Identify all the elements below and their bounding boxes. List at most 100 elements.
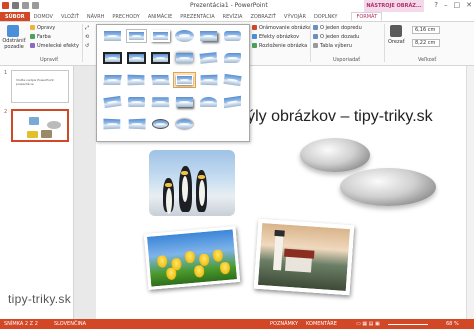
close-button[interactable]: ✕	[466, 1, 472, 9]
style-thumbnail[interactable]	[150, 73, 171, 87]
style-thumbnail[interactable]	[102, 117, 123, 131]
change-picture-icon[interactable]: ⟲	[85, 34, 89, 41]
slide-thumbnail-1[interactable]: Vložte nadpis PowerPoint prezentácie	[11, 70, 69, 103]
style-thumbnail[interactable]	[102, 51, 123, 65]
style-thumbnail[interactable]	[150, 117, 171, 131]
tulip-flower	[184, 250, 196, 264]
style-thumbnail[interactable]	[150, 29, 171, 43]
style-thumbnail[interactable]	[222, 73, 243, 87]
lighthouse-image[interactable]	[253, 218, 355, 296]
tab-developer[interactable]: VÝVOJÁR	[280, 12, 310, 21]
selection-pane-label: Tabla výberu	[320, 43, 352, 49]
tab-view[interactable]: ZOBRAZIŤ	[246, 12, 279, 21]
penguins-image[interactable]	[149, 150, 235, 216]
picture-effects-label: Efekty obrázkov	[259, 34, 300, 40]
tab-animations[interactable]: ANIMÁCIE	[144, 12, 176, 21]
tab-addins[interactable]: DOPLNKY	[310, 12, 341, 21]
redo-icon[interactable]	[32, 2, 39, 9]
style-thumbnail-selected[interactable]	[173, 72, 196, 88]
notes-button[interactable]: POZNÁMKY	[270, 319, 298, 329]
style-thumbnail[interactable]	[102, 29, 123, 43]
style-thumbnail[interactable]	[102, 73, 123, 87]
style-thumbnail[interactable]	[198, 73, 219, 87]
remove-background-icon	[7, 25, 19, 37]
help-button[interactable]: ?	[434, 1, 438, 9]
lighthouse-lamp	[274, 229, 285, 237]
tab-format[interactable]: FORMÁT	[351, 12, 383, 21]
style-thumbnail[interactable]	[174, 117, 195, 131]
view-buttons[interactable]: ▭ ▦ ▤ ▣	[356, 319, 380, 329]
style-thumbnail[interactable]	[150, 95, 171, 109]
zoom-slider[interactable]	[388, 324, 428, 325]
vertical-scrollbar[interactable]	[466, 66, 474, 319]
comments-button[interactable]: KOMENTÁRE	[306, 319, 337, 329]
style-thumbnail[interactable]	[126, 29, 147, 43]
style-thumbnail[interactable]	[198, 51, 219, 65]
bring-forward-button[interactable]: O jeden dopredu	[313, 25, 362, 32]
stones-image-lower[interactable]	[340, 168, 436, 206]
style-thumbnail[interactable]	[198, 29, 219, 43]
penguin-neck	[181, 171, 188, 175]
reset-picture-icon[interactable]: ↺	[85, 43, 89, 50]
style-thumbnail[interactable]	[126, 117, 147, 131]
style-thumbnail[interactable]	[222, 51, 243, 65]
send-backward-button[interactable]: O jeden dozadu	[313, 34, 359, 41]
thumbnail-lighthouse-image	[41, 130, 52, 138]
tab-review[interactable]: REVÍZIA	[219, 12, 247, 21]
style-thumbnail[interactable]	[174, 95, 195, 109]
slide-thumbnail-text: Vložte nadpis PowerPoint prezentácie	[16, 78, 54, 86]
style-thumbnail[interactable]	[198, 95, 219, 109]
penguin-belly	[166, 188, 172, 214]
selection-pane-button[interactable]: Tabla výberu	[313, 43, 352, 50]
style-thumbnail[interactable]	[222, 95, 243, 109]
corrections-button[interactable]: Opravy	[30, 25, 55, 32]
maximize-button[interactable]: □	[454, 1, 461, 9]
slide-thumbnail-2[interactable]	[11, 109, 69, 142]
style-thumbnail[interactable]	[126, 73, 147, 87]
penguin-belly	[182, 176, 188, 202]
tab-slideshow[interactable]: PREZENTÁCIA	[176, 12, 218, 21]
window-controls: ? – □ ✕	[434, 1, 472, 9]
picture-layout-label: Rozloženie obrázka	[259, 43, 308, 49]
artistic-effects-button[interactable]: Umelecké efekty	[30, 43, 79, 50]
tab-file[interactable]: SÚBOR	[0, 12, 30, 21]
language-indicator[interactable]: SLOVENČINA	[54, 319, 86, 329]
style-thumbnail[interactable]	[174, 29, 195, 43]
stones-image[interactable]	[300, 138, 370, 172]
picture-border-button[interactable]: Orámovanie obrázka	[252, 25, 311, 32]
style-thumbnail[interactable]	[126, 95, 147, 109]
group-size-label: Veľkosť	[418, 57, 437, 63]
picture-border-icon	[252, 25, 257, 30]
style-thumbnail[interactable]	[174, 51, 195, 65]
crop-button[interactable]: Orezať	[388, 39, 405, 46]
slide-title[interactable]: Štýly obrázkov – tipy-triky.sk	[232, 108, 433, 126]
width-field[interactable]: 8,22 cm	[412, 39, 440, 47]
compress-icon[interactable]: ⤢	[85, 25, 89, 32]
style-thumbnail[interactable]	[150, 51, 171, 65]
save-icon[interactable]	[12, 2, 19, 9]
style-thumbnail[interactable]	[222, 29, 243, 43]
slide-counter: SNÍMKA 2 Z 2	[4, 321, 38, 327]
color-button[interactable]: Farba	[30, 34, 51, 41]
tulips-image[interactable]	[143, 226, 241, 290]
style-thumbnail[interactable]	[102, 95, 123, 109]
picture-effects-button[interactable]: Efekty obrázkov	[252, 34, 299, 41]
penguin-figure	[179, 166, 192, 212]
style-thumbnail[interactable]	[126, 51, 147, 65]
height-field[interactable]: 6,16 cm	[412, 26, 440, 34]
tab-transitions[interactable]: PRECHODY	[108, 12, 143, 21]
penguin-belly	[199, 180, 205, 206]
ribbon-tabs: SÚBOR DOMOV VLOŽIŤ NÁVRH PRECHODY ANIMÁC…	[0, 12, 474, 22]
undo-icon[interactable]	[22, 2, 29, 9]
tab-insert[interactable]: VLOŽIŤ	[57, 12, 83, 21]
tab-design[interactable]: NÁVRH	[83, 12, 109, 21]
zoom-level[interactable]: 68 %	[446, 319, 459, 329]
corrections-icon	[30, 25, 35, 30]
watermark-text: tipy-triky.sk	[8, 292, 72, 306]
group-adjust-label: Upraviť	[40, 57, 59, 63]
picture-layout-button[interactable]: Rozloženie obrázka	[252, 43, 307, 50]
thumbnail-penguins-image	[29, 117, 39, 125]
remove-background-button[interactable]: Odstrániť pozadie	[2, 38, 26, 50]
tab-home[interactable]: DOMOV	[30, 12, 57, 21]
minimize-button[interactable]: –	[444, 1, 448, 9]
